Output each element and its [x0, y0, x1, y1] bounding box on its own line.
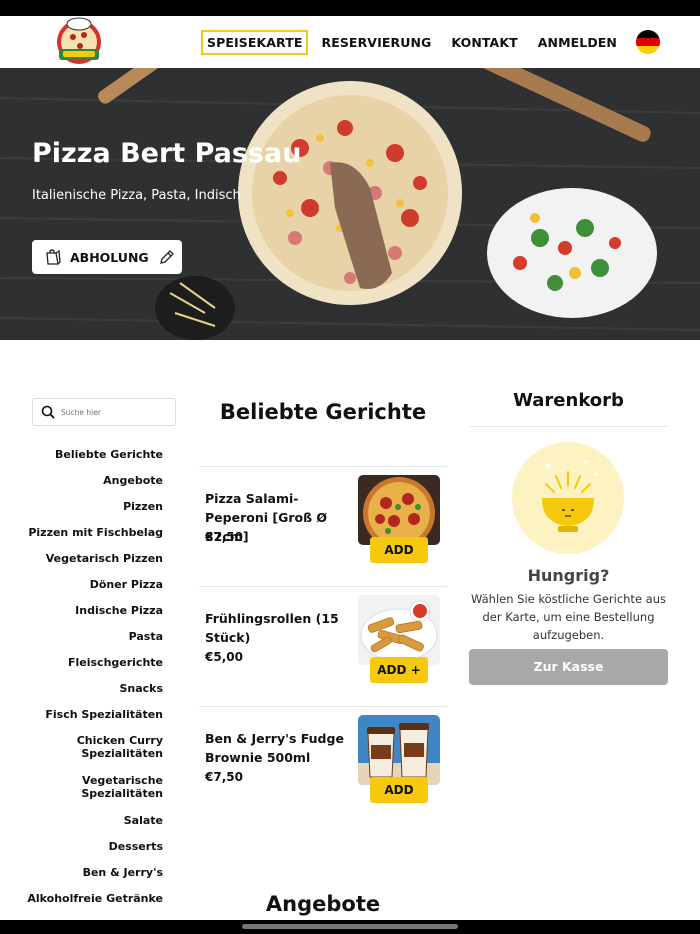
menu-section: Beliebte Gerichte Pizza Salami-Peperoni …: [199, 400, 447, 803]
pickup-mode-button[interactable]: ABHOLUNG: [32, 240, 182, 274]
dish-name: Ben & Jerry's Fudge Brownie 500ml: [205, 731, 344, 765]
add-to-cart-button[interactable]: ADD +: [370, 657, 428, 683]
dish-price: €7,50: [205, 530, 243, 544]
category-fleischgerichte[interactable]: Fleischgerichte: [20, 656, 163, 682]
add-to-cart-button[interactable]: ADD: [370, 537, 428, 563]
cart-panel: Warenkorb Hungrig? Wählen Sie köstliche …: [469, 390, 668, 685]
nav-speisekarte[interactable]: SPEISEKARTE: [200, 29, 309, 55]
checkout-button[interactable]: Zur Kasse: [469, 649, 668, 685]
category-alkoholfreie-getraenke[interactable]: Alkoholfreie Getränke: [20, 892, 163, 918]
category-doener-pizza[interactable]: Döner Pizza: [20, 578, 163, 604]
category-list: Beliebte Gerichte Angebote Pizzen Pizzen…: [20, 448, 163, 918]
dish-price: €7,50: [205, 770, 243, 784]
category-fisch-spezialitaeten[interactable]: Fisch Spezialitäten: [20, 708, 163, 734]
top-nav: SPEISEKARTE RESERVIERUNG KONTAKT ANMELDE…: [0, 16, 700, 68]
empty-bowl-icon: [512, 442, 624, 554]
dish-price: €5,00: [205, 650, 243, 664]
restaurant-logo[interactable]: [54, 17, 104, 65]
category-angebote[interactable]: Angebote: [20, 474, 163, 500]
add-to-cart-button[interactable]: ADD: [370, 777, 428, 803]
edit-pencil-icon: [159, 250, 174, 264]
category-indische-pizza[interactable]: Indische Pizza: [20, 604, 163, 630]
home-indicator[interactable]: [242, 924, 458, 929]
category-chicken-curry[interactable]: Chicken Curry Spezialitäten: [20, 734, 163, 774]
pickup-label: ABHOLUNG: [70, 249, 149, 265]
cart-empty-heading: Hungrig?: [527, 566, 610, 585]
category-pizzen-mit-fischbelag[interactable]: Pizzen mit Fischbelag: [20, 526, 163, 552]
category-ben-jerrys[interactable]: Ben & Jerry's: [20, 866, 163, 892]
cart-empty-text: Wählen Sie köstliche Gerichte aus der Ka…: [470, 592, 667, 642]
menu-search[interactable]: [32, 398, 176, 426]
search-icon: [41, 405, 55, 419]
status-bar: [0, 0, 700, 16]
shopping-bag-icon: [46, 249, 61, 265]
section-title-angebote: Angebote: [265, 892, 381, 916]
nav-anmelden[interactable]: ANMELDEN: [531, 30, 624, 55]
cart-title: Warenkorb: [469, 390, 668, 427]
dish-card[interactable]: Pizza Salami-Peperoni [Groß Ø 32cm] €7,5…: [199, 466, 447, 586]
search-input[interactable]: [61, 407, 161, 417]
hero-background-image: [0, 68, 700, 340]
category-desserts[interactable]: Desserts: [20, 840, 163, 866]
hero-banner: Pizza Bert Passau Italienische Pizza, Pa…: [0, 68, 700, 340]
category-snacks[interactable]: Snacks: [20, 682, 163, 708]
dish-card[interactable]: Ben & Jerry's Fudge Brownie 500ml €7,50 …: [199, 706, 447, 826]
home-indicator-bar: [0, 920, 700, 934]
category-pasta[interactable]: Pasta: [20, 630, 163, 656]
category-beliebte-gerichte[interactable]: Beliebte Gerichte: [20, 448, 163, 474]
spring-rolls-image: [358, 595, 440, 665]
nav-reservierung[interactable]: RESERVIERUNG: [314, 30, 438, 55]
pizza-salami-image: [358, 475, 440, 545]
ice-cream-tub-image: [358, 715, 440, 785]
german-flag-icon[interactable]: [636, 30, 660, 54]
category-pizzen[interactable]: Pizzen: [20, 500, 163, 526]
restaurant-name: Pizza Bert Passau: [32, 138, 302, 169]
nav-kontakt[interactable]: KONTAKT: [444, 30, 524, 55]
section-title-beliebte-gerichte: Beliebte Gerichte: [219, 400, 427, 424]
category-salate[interactable]: Salate: [20, 814, 163, 840]
category-vegetarisch-pizzen[interactable]: Vegetarisch Pizzen: [20, 552, 163, 578]
dish-name: Frühlingsrollen (15 Stück): [205, 611, 339, 645]
category-vegetarische-spezialitaeten[interactable]: Vegetarische Spezialitäten: [20, 774, 163, 814]
restaurant-cuisine: Italienische Pizza, Pasta, Indisch: [32, 188, 241, 203]
nav-links: SPEISEKARTE RESERVIERUNG KONTAKT ANMELDE…: [195, 26, 660, 58]
dish-card[interactable]: Frühlingsrollen (15 Stück) €5,00 ADD +: [199, 586, 447, 706]
